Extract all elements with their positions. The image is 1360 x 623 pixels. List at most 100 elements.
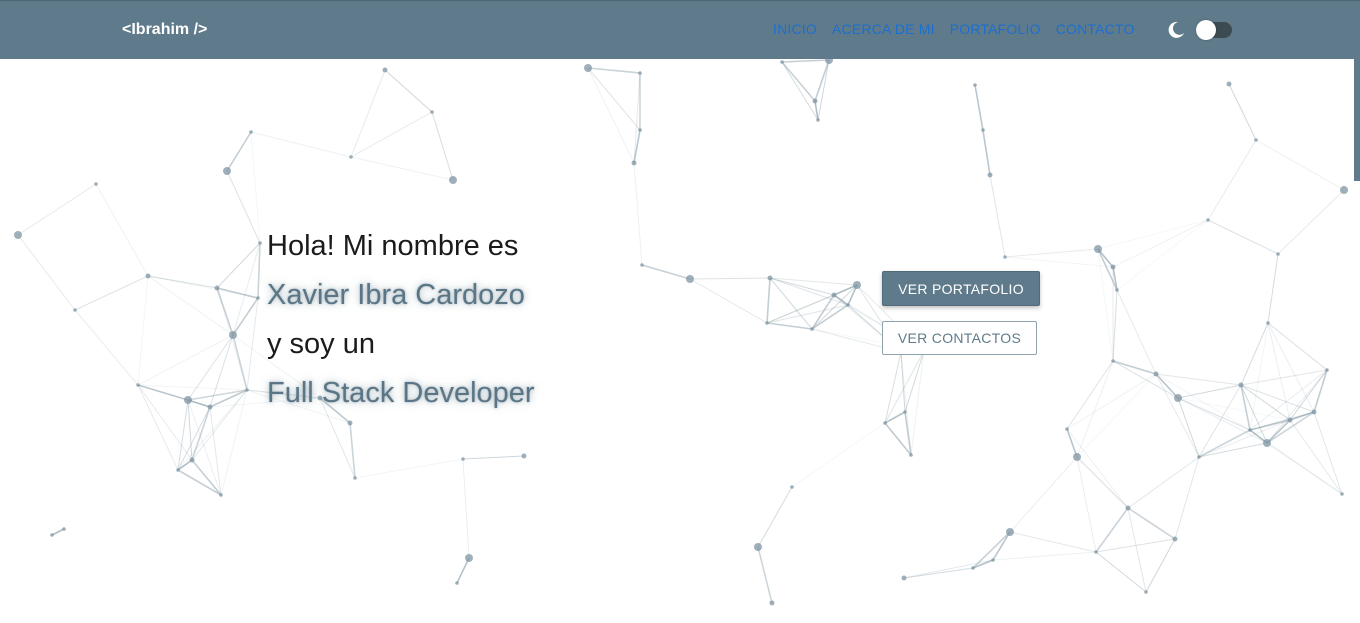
network-link — [903, 559, 994, 579]
dark-mode-toggle[interactable] — [1196, 20, 1232, 40]
network-node — [258, 241, 262, 245]
network-link — [814, 59, 830, 102]
view-portfolio-button[interactable]: VER PORTAFOLIO — [882, 271, 1040, 306]
network-link — [1076, 360, 1114, 458]
nav-menu: INICIO ACERCA DE MI PORTAFOLIO CONTACTO — [773, 21, 1135, 37]
network-node — [903, 410, 907, 414]
network-node — [991, 558, 995, 562]
scrollbar-thumb[interactable] — [1354, 59, 1360, 181]
network-link — [250, 131, 352, 158]
network-node — [1174, 394, 1182, 402]
network-link — [1112, 219, 1209, 268]
network-node — [1094, 245, 1102, 253]
network-node — [1003, 255, 1007, 259]
network-link — [1289, 411, 1315, 421]
network-node — [812, 98, 818, 104]
network-link — [137, 384, 193, 461]
network-node — [1311, 409, 1317, 415]
network-node — [810, 327, 814, 331]
network-link — [137, 334, 234, 386]
network-link — [689, 278, 768, 324]
network-link — [1266, 442, 1343, 495]
network-link — [354, 458, 464, 479]
network-link — [384, 69, 433, 113]
network-link — [1066, 360, 1114, 430]
network-node — [14, 231, 22, 239]
toggle-knob — [1196, 20, 1216, 40]
network-node — [769, 600, 775, 606]
network-link — [1127, 507, 1176, 540]
network-link — [781, 61, 819, 121]
network-node — [382, 67, 388, 73]
network-link — [1266, 369, 1328, 444]
network-link — [17, 234, 76, 311]
nav-link-portafolio[interactable]: PORTAFOLIO — [950, 21, 1041, 37]
network-link — [1207, 219, 1279, 255]
network-node — [1263, 439, 1271, 447]
network-node — [1197, 455, 1201, 459]
network-node — [883, 421, 887, 425]
nav-link-contacto[interactable]: CONTACTO — [1056, 21, 1135, 37]
network-node — [790, 485, 794, 489]
network-node — [765, 321, 769, 325]
network-link — [1009, 456, 1078, 533]
network-node — [1153, 371, 1159, 377]
network-link — [910, 350, 925, 456]
network-node — [1340, 492, 1344, 496]
network-node — [249, 130, 253, 134]
network-link — [1112, 360, 1157, 375]
network-node — [455, 581, 459, 585]
network-node — [831, 292, 837, 298]
network-link — [587, 67, 635, 164]
network-link — [1198, 442, 1268, 458]
network-node — [136, 383, 140, 387]
network-link — [1177, 397, 1251, 431]
network-node — [347, 420, 353, 426]
network-node — [184, 396, 192, 404]
network-link — [431, 111, 454, 181]
network-node — [1287, 417, 1293, 423]
network-node — [521, 453, 527, 459]
network-node — [219, 493, 223, 497]
network-node — [353, 476, 357, 480]
network-node — [50, 533, 54, 537]
network-node — [846, 303, 850, 307]
network-link — [757, 546, 773, 604]
network-node — [816, 118, 820, 122]
network-node — [1094, 550, 1098, 554]
network-link — [1177, 384, 1242, 399]
network-link — [1009, 531, 1097, 553]
network-link — [903, 567, 974, 579]
network-link — [177, 469, 222, 496]
hero-intro: y soy un — [267, 328, 375, 360]
network-node — [62, 527, 66, 531]
network-link — [781, 59, 830, 63]
network-link — [137, 275, 149, 386]
network-link — [1240, 322, 1269, 386]
network-link — [1228, 83, 1257, 141]
network-link — [1313, 411, 1343, 495]
brand-logo[interactable]: <Ibrahim /> — [122, 21, 207, 39]
network-link — [1066, 428, 1129, 509]
network-node — [1125, 505, 1131, 511]
network-node — [638, 128, 642, 132]
network-link — [1198, 419, 1291, 458]
network-node — [971, 566, 975, 570]
network-link — [350, 111, 433, 158]
network-link — [766, 322, 813, 330]
view-contacts-button[interactable]: VER CONTACTOS — [882, 321, 1037, 355]
hero-greeting: Hola! Mi nombre es — [267, 230, 519, 262]
network-link — [1145, 538, 1176, 593]
network-node — [214, 285, 220, 291]
network-link — [884, 351, 902, 424]
network-node — [1206, 218, 1210, 222]
network-link — [1313, 369, 1328, 413]
network-node — [94, 182, 98, 186]
nav-link-inicio[interactable]: INICIO — [773, 21, 817, 37]
nav-link-acerca-de-mi[interactable]: ACERCA DE MI — [832, 21, 935, 37]
network-node — [1325, 368, 1329, 372]
network-link — [187, 389, 248, 401]
network-link — [1174, 456, 1200, 540]
network-link — [1095, 507, 1129, 553]
network-link — [137, 384, 179, 471]
